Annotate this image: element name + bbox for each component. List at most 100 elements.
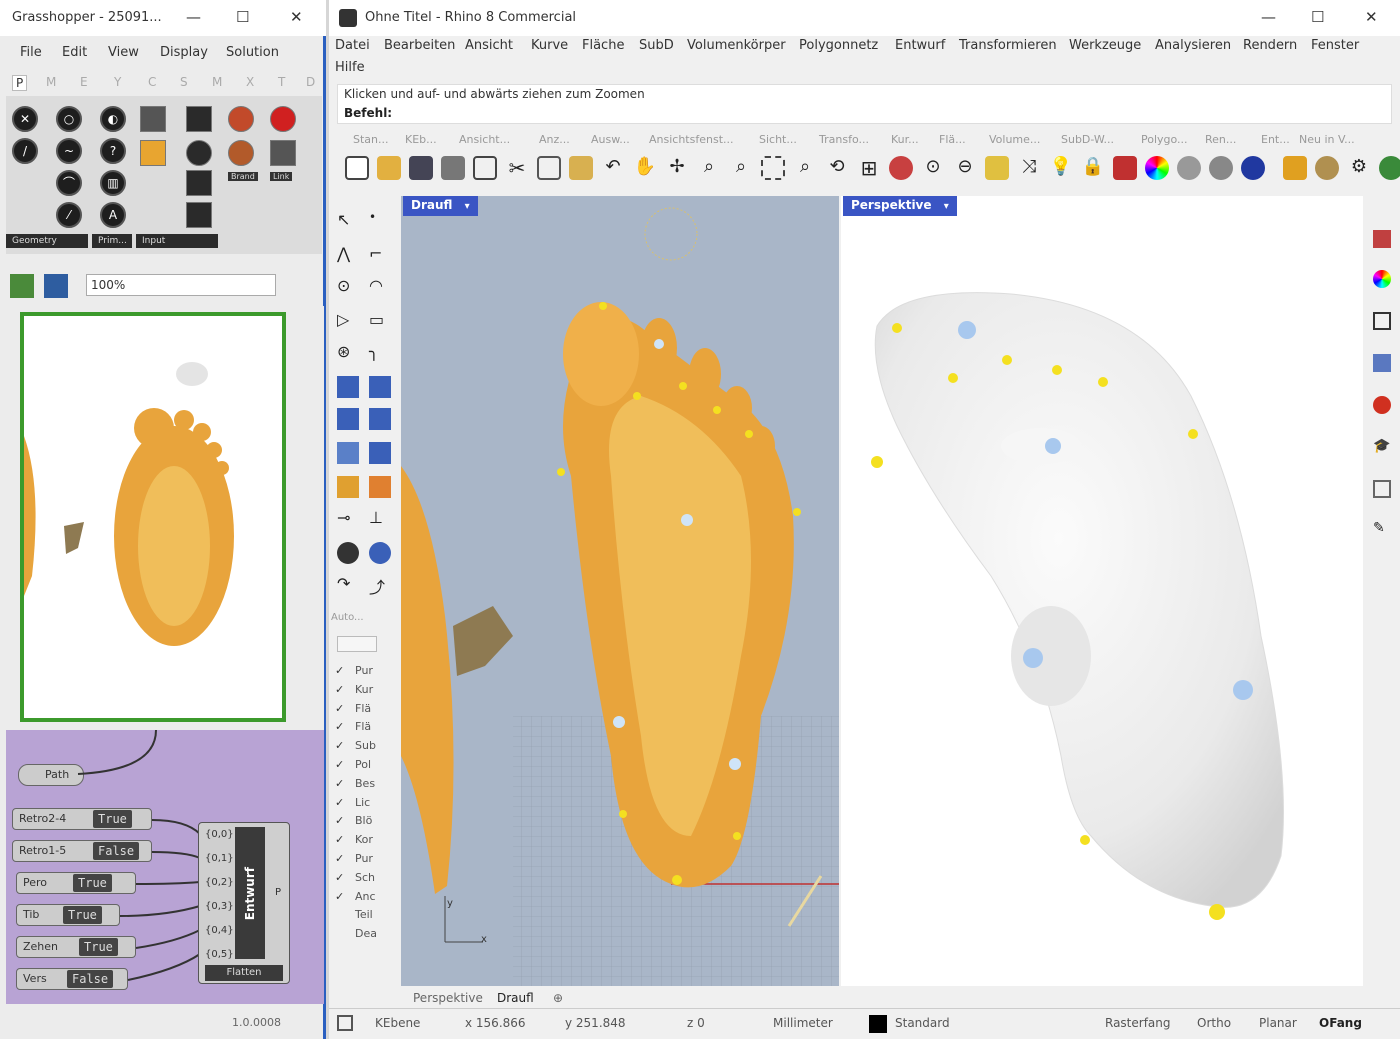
lock-icon[interactable]: 🔒: [1081, 156, 1105, 180]
minimize-icon[interactable]: —: [1261, 8, 1276, 26]
menu-ansicht[interactable]: Ansicht: [465, 38, 513, 53]
materials-panel-icon[interactable]: [1373, 270, 1391, 288]
surface-edit-icon[interactable]: [369, 376, 391, 398]
toolbar-tab[interactable]: Ausw...: [591, 133, 630, 146]
toolbar-tab[interactable]: Ansicht...: [459, 133, 510, 146]
checkbox-checked-icon[interactable]: ✓: [335, 890, 347, 903]
solid-icon[interactable]: [369, 408, 391, 430]
layers-panel-icon[interactable]: [1373, 230, 1391, 248]
gh-group-input[interactable]: Input: [136, 234, 218, 248]
panel-icon[interactable]: [140, 140, 166, 166]
maximize-icon[interactable]: ☐: [1311, 8, 1324, 26]
gh-tab-transform[interactable]: T: [278, 75, 285, 89]
layer-row[interactable]: ✓ Bes: [335, 777, 375, 790]
render-icon[interactable]: [1241, 156, 1265, 180]
layer-row[interactable]: ✓ Flä: [335, 702, 371, 715]
checkbox-checked-icon[interactable]: ✓: [335, 777, 347, 790]
menu-fenster[interactable]: Fenster: [1311, 38, 1359, 53]
checkbox-checked-icon[interactable]: ✓: [335, 739, 347, 752]
options-icon[interactable]: [1283, 156, 1307, 180]
toolbar-tab[interactable]: Anz...: [539, 133, 570, 146]
point-icon[interactable]: ✕: [12, 106, 38, 132]
properties-panel-icon[interactable]: [1373, 480, 1391, 498]
arc-icon[interactable]: ◠: [369, 276, 391, 298]
toolbar-tab[interactable]: Kur...: [891, 133, 919, 146]
viewport-dropdown-icon[interactable]: ▾: [465, 201, 470, 212]
viewport-persp-label[interactable]: Perspektive ▾: [843, 196, 957, 216]
gh-menu-display[interactable]: Display: [160, 45, 208, 60]
select-icon[interactable]: ⊙: [921, 156, 945, 180]
color-wheel-icon[interactable]: [1145, 156, 1169, 180]
lights-panel-icon[interactable]: [1373, 396, 1391, 414]
viewport-perspective[interactable]: Perspektive ▾: [841, 196, 1363, 986]
extrude-icon[interactable]: [337, 442, 359, 464]
zoom-window-icon[interactable]: ⌕: [729, 156, 753, 180]
command-prompt[interactable]: Befehl:: [344, 106, 392, 120]
save-icon[interactable]: [409, 156, 433, 180]
gh-menu-solution[interactable]: Solution: [226, 45, 279, 60]
fillet-icon[interactable]: ╮: [369, 342, 391, 364]
globe-icon[interactable]: [1379, 156, 1400, 180]
dimension-icon[interactable]: ⊥: [369, 508, 391, 530]
script-icon[interactable]: ⚙: [1347, 156, 1371, 180]
list-icon[interactable]: [186, 202, 212, 228]
rotate-icon[interactable]: ↷: [337, 574, 359, 596]
menu-datei[interactable]: Datei: [335, 38, 370, 53]
layer-row[interactable]: ✓ Lic: [335, 796, 370, 809]
line-icon[interactable]: /: [12, 138, 38, 164]
brand-icon[interactable]: [228, 106, 254, 132]
gh-tab-curve[interactable]: C: [148, 75, 156, 89]
checkbox-checked-icon[interactable]: ✓: [335, 833, 347, 846]
help-panel-icon[interactable]: 🎓: [1373, 438, 1391, 456]
layer-row[interactable]: ✓ Sub: [335, 739, 376, 752]
sphere-icon[interactable]: [186, 140, 212, 166]
toolbar-tab[interactable]: Stan...: [353, 133, 389, 146]
tree-icon[interactable]: [270, 140, 296, 166]
layer-row[interactable]: ✓ Blö: [335, 814, 372, 827]
toolbar-tab[interactable]: Flä...: [939, 133, 966, 146]
cherry-icon[interactable]: [270, 106, 296, 132]
arc-icon[interactable]: ◐: [100, 106, 126, 132]
layer-row[interactable]: ✓ Flä: [335, 720, 371, 733]
notes-panel-icon[interactable]: ✎: [1373, 520, 1391, 538]
gh-group-primitive[interactable]: Prim...: [92, 234, 132, 248]
named-views-panel-icon[interactable]: [1373, 354, 1391, 372]
menu-analysieren[interactable]: Analysieren: [1155, 38, 1231, 53]
toolbar-tab[interactable]: Polygo...: [1141, 133, 1188, 146]
display-panel-icon[interactable]: [1373, 312, 1391, 330]
select-arrow-icon[interactable]: ↖: [337, 210, 359, 232]
gh-tab-params[interactable]: P: [12, 75, 28, 91]
curve-icon[interactable]: ⌐: [369, 244, 391, 266]
status-layer-label[interactable]: KEbene: [375, 1016, 420, 1030]
layer-row[interactable]: ✓ Kur: [335, 683, 373, 696]
toolbar-tab[interactable]: Ent...: [1261, 133, 1290, 146]
toolbar-tab[interactable]: Volume...: [989, 133, 1040, 146]
gh-menu-file[interactable]: File: [20, 45, 42, 60]
grasshopper-icon[interactable]: [1315, 156, 1339, 180]
toolbar-tab[interactable]: Neu in V...: [1299, 133, 1355, 146]
light-icon[interactable]: 💡: [1049, 156, 1073, 180]
toolbar-tab[interactable]: SubD-W...: [1061, 133, 1114, 146]
checkbox-checked-icon[interactable]: ✓: [335, 758, 347, 771]
gh-menu-view[interactable]: View: [108, 45, 139, 60]
curve-icon[interactable]: ~: [56, 138, 82, 164]
layer-row[interactable]: ✓ Pur: [335, 664, 373, 677]
gh-tab-e[interactable]: E: [80, 75, 88, 89]
print-icon[interactable]: [441, 156, 465, 180]
gh-tab-mesh[interactable]: M: [212, 75, 222, 89]
ellipse-icon[interactable]: ⊛: [337, 342, 359, 364]
gh-tab-maths[interactable]: M: [46, 75, 56, 89]
menu-volumenkoerper[interactable]: Volumenkörper: [687, 38, 786, 53]
viewport-top[interactable]: y x Draufl ▾: [401, 196, 839, 986]
checkbox-checked-icon[interactable]: ✓: [335, 664, 347, 677]
minimize-icon[interactable]: —: [186, 8, 201, 26]
toolbar-tab[interactable]: Sicht...: [759, 133, 797, 146]
gh-tab-display[interactable]: D: [306, 75, 315, 89]
move-icon[interactable]: [369, 476, 391, 498]
boolean-icon[interactable]: [337, 542, 359, 564]
show-icon[interactable]: ⤨: [1017, 156, 1041, 180]
mesh-icon[interactable]: [369, 442, 391, 464]
layer-row[interactable]: ✓ Anc: [335, 890, 376, 903]
brep-icon[interactable]: ⁄: [56, 202, 82, 228]
zoom-selected-icon[interactable]: ⌕: [793, 156, 817, 180]
